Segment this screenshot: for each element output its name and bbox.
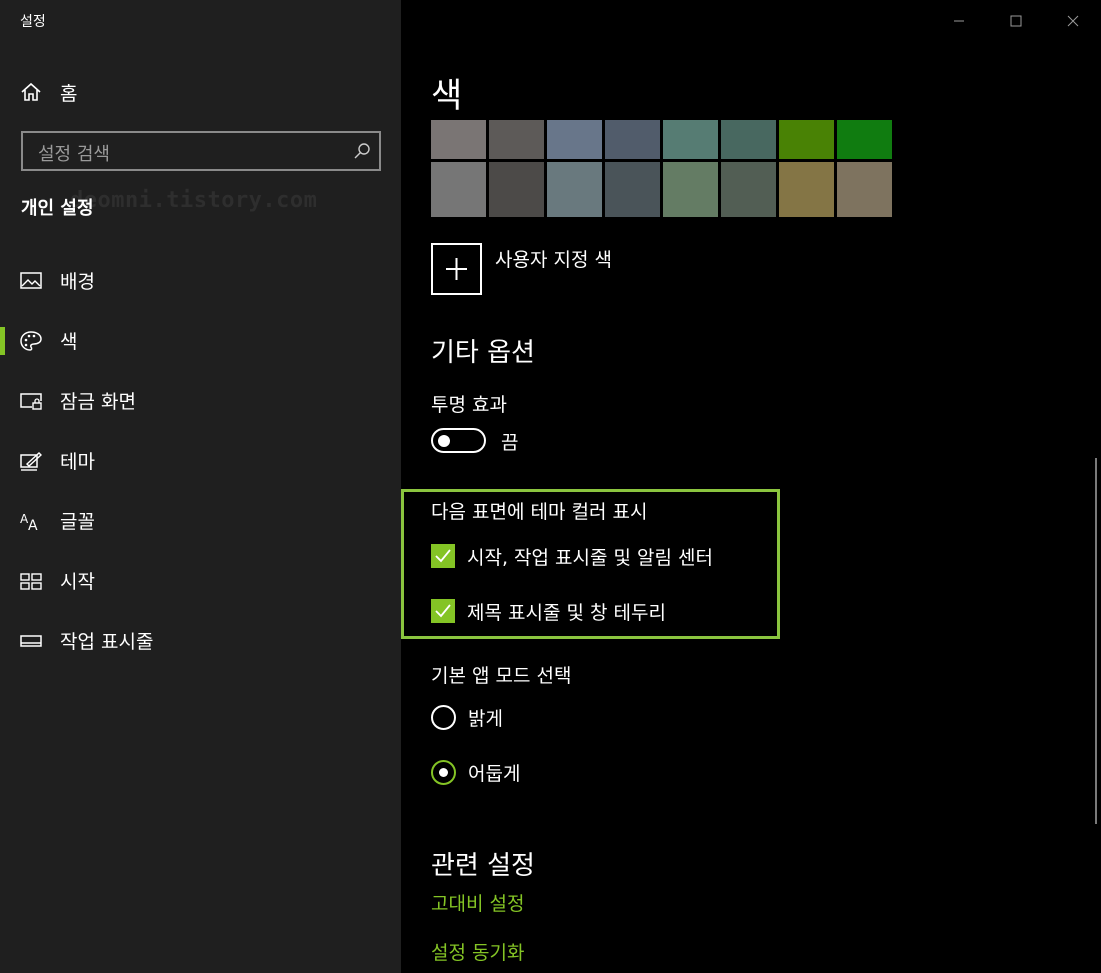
transparency-toggle[interactable] bbox=[431, 428, 486, 453]
color-swatch[interactable] bbox=[837, 120, 892, 159]
sidebar-item-label: 시작 bbox=[60, 571, 95, 593]
related-settings-heading: 관련 설정 bbox=[431, 851, 535, 881]
color-swatch[interactable] bbox=[605, 162, 660, 217]
checkmark-icon bbox=[435, 604, 451, 618]
window-title: 설정 bbox=[20, 14, 46, 30]
lock-screen-icon bbox=[20, 393, 42, 410]
high-contrast-link[interactable]: 고대비 설정 bbox=[431, 889, 524, 916]
search-input[interactable]: 설정 검색 bbox=[21, 131, 381, 171]
search-icon[interactable] bbox=[353, 142, 371, 160]
custom-color-button[interactable] bbox=[431, 243, 482, 295]
transparency-state: 끔 bbox=[501, 432, 519, 454]
color-swatch[interactable] bbox=[837, 162, 892, 217]
color-swatch[interactable] bbox=[489, 120, 544, 159]
sidebar-item-label: 배경 bbox=[60, 271, 95, 293]
sidebar-item-label: 색 bbox=[60, 331, 78, 353]
minimize-icon bbox=[953, 20, 964, 22]
radio-light[interactable]: 밝게 bbox=[431, 704, 503, 730]
toggle-knob bbox=[438, 435, 450, 447]
close-icon bbox=[1067, 15, 1078, 27]
color-swatch[interactable] bbox=[663, 162, 718, 217]
palette-icon bbox=[20, 331, 42, 351]
color-swatch[interactable] bbox=[431, 162, 486, 217]
svg-text:A: A bbox=[28, 518, 38, 531]
transparency-label: 투명 효과 bbox=[431, 394, 507, 416]
color-swatch[interactable] bbox=[431, 120, 486, 159]
color-swatch[interactable] bbox=[547, 120, 602, 159]
theme-icon bbox=[20, 452, 42, 471]
home-label: 홈 bbox=[60, 82, 78, 105]
checkbox-title-bars[interactable]: 제목 표시줄 및 창 테두리 bbox=[431, 598, 666, 624]
sidebar-item-font[interactable]: A A 글꼴 bbox=[0, 501, 401, 541]
radio-label: 어둡게 bbox=[468, 762, 521, 785]
radio-dot bbox=[439, 767, 448, 777]
color-swatch[interactable] bbox=[779, 162, 834, 217]
font-icon: A A bbox=[20, 512, 38, 531]
home-nav-item[interactable]: 홈 bbox=[20, 78, 77, 106]
color-swatch[interactable] bbox=[663, 120, 718, 159]
minimize-button[interactable] bbox=[930, 0, 987, 42]
sidebar-item-lock-screen[interactable]: 잠금 화면 bbox=[0, 381, 401, 421]
checkbox[interactable] bbox=[431, 544, 455, 568]
sidebar-item-label: 작업 표시줄 bbox=[60, 631, 154, 653]
maximize-button[interactable] bbox=[987, 0, 1044, 42]
search-placeholder: 설정 검색 bbox=[38, 144, 110, 165]
color-heading: 색 bbox=[431, 76, 463, 116]
checkmark-icon bbox=[435, 549, 451, 563]
other-options-heading: 기타 옵션 bbox=[431, 338, 535, 368]
color-swatch[interactable] bbox=[779, 120, 834, 159]
maximize-icon bbox=[1010, 15, 1021, 27]
sidebar-item-start[interactable]: 시작 bbox=[0, 561, 401, 601]
radio-label: 밝게 bbox=[468, 707, 503, 730]
main-content: 색 사용자 지정 색 기타 옵션 투명 효과 끔 다음 표면에 테마 컬러 표시… bbox=[401, 0, 1101, 973]
color-swatch[interactable] bbox=[721, 120, 776, 159]
taskbar-icon bbox=[20, 635, 42, 647]
picture-icon bbox=[20, 272, 42, 289]
scrollbar[interactable] bbox=[1095, 458, 1097, 824]
color-swatch[interactable] bbox=[721, 162, 776, 217]
sync-settings-link[interactable]: 설정 동기화 bbox=[431, 938, 524, 965]
checkbox[interactable] bbox=[431, 599, 455, 623]
sidebar-item-color[interactable]: 색 bbox=[0, 321, 401, 361]
start-icon bbox=[20, 573, 42, 590]
surfaces-label: 다음 표면에 테마 컬러 표시 bbox=[431, 501, 648, 523]
sidebar-item-label: 잠금 화면 bbox=[60, 391, 136, 413]
sidebar-item-label: 테마 bbox=[60, 451, 95, 473]
checkbox-start-taskbar[interactable]: 시작, 작업 표시줄 및 알림 센터 bbox=[431, 543, 713, 569]
home-icon bbox=[21, 82, 41, 101]
custom-color-label[interactable]: 사용자 지정 색 bbox=[495, 245, 612, 272]
close-button[interactable] bbox=[1044, 0, 1101, 42]
sidebar: 설정 홈 설정 검색 deomni.tistory.com 개인 설정 배경 색 bbox=[0, 0, 401, 973]
radio-dark[interactable]: 어둡게 bbox=[431, 759, 520, 785]
sidebar-item-taskbar[interactable]: 작업 표시줄 bbox=[0, 621, 401, 661]
radio-button[interactable] bbox=[431, 704, 456, 730]
section-title: 개인 설정 bbox=[21, 198, 94, 219]
window-controls bbox=[930, 0, 1101, 42]
sidebar-item-theme[interactable]: 테마 bbox=[0, 441, 401, 481]
color-swatch[interactable] bbox=[547, 162, 602, 217]
color-swatch[interactable] bbox=[489, 162, 544, 217]
radio-button[interactable] bbox=[431, 759, 456, 785]
sidebar-item-label: 글꼴 bbox=[60, 511, 95, 533]
watermark-text: deomni.tistory.com bbox=[70, 188, 318, 213]
color-swatch[interactable] bbox=[605, 120, 660, 159]
app-mode-label: 기본 앱 모드 선택 bbox=[431, 665, 572, 687]
checkbox-label: 제목 표시줄 및 창 테두리 bbox=[467, 601, 666, 624]
sidebar-item-background[interactable]: 배경 bbox=[0, 261, 401, 301]
checkbox-label: 시작, 작업 표시줄 및 알림 센터 bbox=[467, 546, 713, 569]
plus-icon bbox=[446, 258, 467, 280]
